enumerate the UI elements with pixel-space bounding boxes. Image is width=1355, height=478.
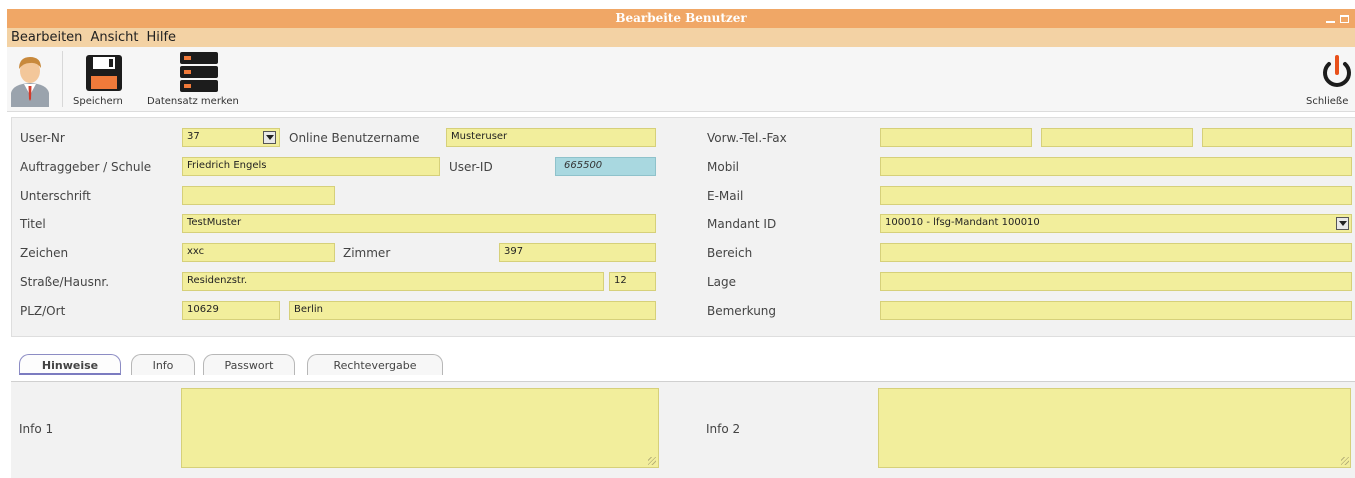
resize-grip-icon[interactable] <box>1341 457 1349 465</box>
telefon-field[interactable] <box>1041 128 1193 147</box>
minimize-icon[interactable] <box>1326 18 1335 23</box>
menu-bearbeiten[interactable]: Bearbeiten <box>7 30 86 45</box>
window-titlebar: Bearbeite Benutzer <box>7 9 1355 28</box>
menubar: Bearbeiten Ansicht Hilfe <box>7 28 1355 47</box>
window-controls <box>1326 9 1349 28</box>
mobil-label: Mobil <box>707 160 739 174</box>
info2-label: Info 2 <box>706 422 741 436</box>
tab-info[interactable]: Info <box>131 354 195 375</box>
menu-ansicht[interactable]: Ansicht <box>86 30 142 45</box>
vorwahl-field[interactable] <box>880 128 1032 147</box>
floppy-disk-icon <box>86 55 122 91</box>
user-avatar-icon <box>11 57 49 107</box>
ort-field[interactable]: Berlin <box>289 301 656 320</box>
bemerkung-label: Bemerkung <box>707 304 777 318</box>
bereich-field[interactable] <box>880 243 1352 262</box>
info2-textarea[interactable] <box>878 388 1351 468</box>
close-button-label: Schließe <box>1306 96 1349 107</box>
zeichen-field[interactable]: xxc <box>182 243 335 262</box>
fax-field[interactable] <box>1202 128 1352 147</box>
info1-label: Info 1 <box>19 422 54 436</box>
bereich-label: Bereich <box>707 246 753 260</box>
tab-panel-hinweise: Info 1 Info 2 <box>11 381 1355 478</box>
menu-hilfe[interactable]: Hilfe <box>142 30 180 45</box>
email-label: E-Mail <box>707 189 744 203</box>
mobil-field[interactable] <box>880 157 1352 176</box>
info1-textarea[interactable] <box>181 388 659 468</box>
zeichen-label: Zeichen <box>20 246 69 260</box>
tab-rechtevergabe[interactable]: Rechtevergabe <box>307 354 443 375</box>
tab-bar: Hinweise Info Passwort Rechtevergabe <box>11 350 1355 380</box>
email-field[interactable] <box>880 186 1352 205</box>
online-username-label: Online Benutzername <box>289 131 420 145</box>
tab-hinweise[interactable]: Hinweise <box>19 354 121 375</box>
resize-grip-icon[interactable] <box>648 457 656 465</box>
unterschrift-label: Unterschrift <box>20 189 91 203</box>
titel-label: Titel <box>20 217 46 231</box>
window-title: Bearbeite Benutzer <box>615 11 747 25</box>
dropdown-arrow-icon[interactable] <box>1336 217 1349 230</box>
plz-ort-label: PLZ/Ort <box>20 304 66 318</box>
stacked-records-icon <box>180 52 218 92</box>
auftraggeber-label: Auftraggeber / Schule <box>20 160 152 174</box>
bookmark-record-label: Datensatz merken <box>147 96 239 107</box>
plz-field[interactable]: 10629 <box>182 301 280 320</box>
user-id-label: User-ID <box>449 160 493 174</box>
auftraggeber-field[interactable]: Friedrich Engels <box>182 157 440 176</box>
toolbar: Speichern Datensatz merken Schließe <box>7 47 1355 112</box>
unterschrift-field[interactable] <box>182 186 335 205</box>
bemerkung-field[interactable] <box>880 301 1352 320</box>
strasse-label: Straße/Hausnr. <box>20 275 110 289</box>
tab-passwort[interactable]: Passwort <box>203 354 295 375</box>
lage-label: Lage <box>707 275 737 289</box>
toolbar-separator <box>62 51 63 107</box>
user-nr-label: User-Nr <box>20 131 65 145</box>
maximize-icon[interactable] <box>1340 14 1349 23</box>
dropdown-arrow-icon[interactable] <box>263 131 276 144</box>
mandant-label: Mandant ID <box>707 217 777 231</box>
tel-fax-label: Vorw.-Tel.-Fax <box>707 131 787 145</box>
zimmer-field[interactable]: 397 <box>499 243 656 262</box>
user-id-field: 665500 <box>555 157 656 176</box>
zimmer-label: Zimmer <box>343 246 391 260</box>
lage-field[interactable] <box>880 272 1352 291</box>
user-form: User-Nr 37 Online Benutzername Musteruse… <box>11 117 1355 337</box>
power-icon <box>1323 55 1351 87</box>
save-button-label: Speichern <box>73 96 123 107</box>
online-username-field[interactable]: Musteruser <box>446 128 656 147</box>
mandant-select[interactable]: 100010 - lfsg-Mandant 100010 <box>880 214 1352 233</box>
titel-field[interactable]: TestMuster <box>182 214 656 233</box>
hausnr-field[interactable]: 12 <box>609 272 656 291</box>
strasse-field[interactable]: Residenzstr. <box>182 272 604 291</box>
